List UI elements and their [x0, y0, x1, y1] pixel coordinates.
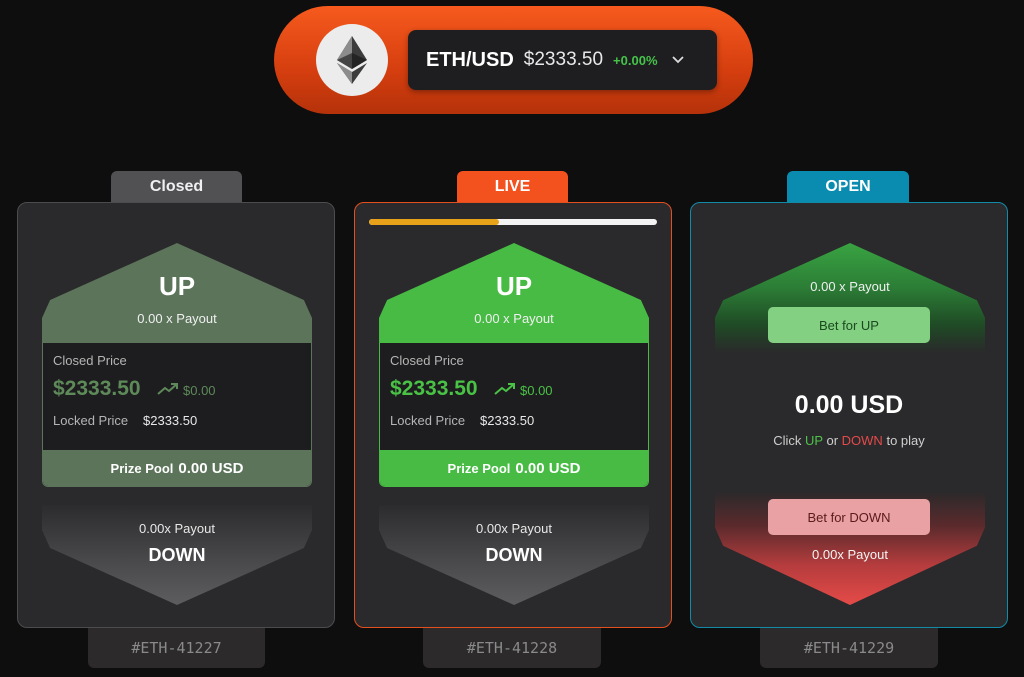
- bet-down-button[interactable]: Bet for DOWN: [768, 499, 930, 535]
- status-tab-open: OPEN: [787, 171, 909, 203]
- price-delta: $0.00: [157, 383, 216, 398]
- round-id-closed: #ETH-41227: [88, 628, 265, 668]
- pair-name: ETH/USD: [426, 48, 514, 71]
- round-card-closed: UP 0.00 x Payout Closed Price $2333.50 $…: [17, 202, 335, 628]
- pair-change: +0.00%: [613, 52, 658, 68]
- status-tab-live: LIVE: [457, 171, 568, 203]
- prize-pool: Prize Pool 0.00 USD: [43, 450, 311, 486]
- hint-post: to play: [886, 433, 925, 448]
- bet-up-button[interactable]: Bet for UP: [768, 307, 930, 343]
- locked-price-label: Locked Price: [53, 413, 129, 428]
- up-panel: UP 0.00 x Payout: [42, 243, 312, 343]
- price-delta: $0.00: [494, 383, 553, 398]
- round-id-live: #ETH-41228: [423, 628, 601, 668]
- hint-or: or: [826, 433, 839, 448]
- down-payout: 0.00x Payout: [812, 547, 888, 562]
- pair-selector[interactable]: ETH/USD $2333.50 +0.00%: [408, 30, 717, 90]
- closed-price-label: Closed Price: [390, 353, 464, 368]
- prize-pool-amount: 0.00 USD: [515, 459, 581, 477]
- up-payout: 0.00 x Payout: [137, 311, 217, 326]
- up-payout: 0.00 x Payout: [474, 311, 554, 326]
- hint-down: DOWN: [841, 433, 883, 448]
- down-panel: 0.00x Payout DOWN: [379, 505, 649, 605]
- status-tab-closed: Closed: [111, 171, 242, 203]
- down-payout: 0.00x Payout: [139, 521, 215, 536]
- up-title: UP: [495, 271, 533, 301]
- market-header: ETH/USD $2333.50 +0.00%: [274, 6, 753, 114]
- play-hint: Click UP or DOWN to play: [691, 433, 1007, 448]
- delta-value: $0.00: [520, 383, 553, 398]
- up-payout: 0.00 x Payout: [810, 279, 890, 294]
- pair-price: $2333.50: [523, 49, 604, 70]
- closed-price-label: Closed Price: [53, 353, 127, 368]
- trending-up-icon: [157, 383, 179, 398]
- down-title: DOWN: [485, 545, 543, 565]
- delta-value: $0.00: [183, 383, 216, 398]
- down-title: DOWN: [148, 545, 206, 565]
- up-title: UP: [158, 271, 196, 301]
- closed-price: $2333.50: [390, 377, 478, 400]
- hint-pre: Click: [773, 433, 802, 448]
- closed-price: $2333.50: [53, 377, 141, 400]
- round-progress: [369, 219, 657, 225]
- down-panel: Bet for DOWN 0.00x Payout: [715, 491, 985, 605]
- round-card-open: 0.00 x Payout Bet for UP 0.00 USD Click …: [690, 202, 1008, 628]
- up-panel: UP 0.00 x Payout: [379, 243, 649, 343]
- round-id-open: #ETH-41229: [760, 628, 938, 668]
- chevron-down-icon[interactable]: [671, 56, 684, 64]
- prize-pool-label: Prize Pool: [110, 460, 174, 476]
- down-panel: 0.00x Payout DOWN: [42, 505, 312, 605]
- price-box: Closed Price $2333.50 $0.00 Locked Price…: [379, 343, 649, 487]
- trending-up-icon: [494, 383, 516, 398]
- up-panel: 0.00 x Payout Bet for UP: [715, 243, 985, 353]
- locked-price-label: Locked Price: [390, 413, 466, 428]
- locked-price: $2333.50: [480, 413, 535, 428]
- hint-up: UP: [805, 433, 823, 448]
- locked-price: $2333.50: [143, 413, 198, 428]
- round-progress-fill: [369, 219, 499, 225]
- round-card-live: UP 0.00 x Payout Closed Price $2333.50 $…: [354, 202, 672, 628]
- prize-pool-amount: 0.00 USD: [178, 459, 244, 477]
- bet-amount: 0.00 USD: [794, 391, 904, 419]
- prize-pool-label: Prize Pool: [447, 460, 511, 476]
- down-payout: 0.00x Payout: [476, 521, 552, 536]
- prize-pool: Prize Pool 0.00 USD: [380, 450, 648, 486]
- ethereum-icon: [316, 24, 388, 96]
- price-box: Closed Price $2333.50 $0.00 Locked Price…: [42, 343, 312, 487]
